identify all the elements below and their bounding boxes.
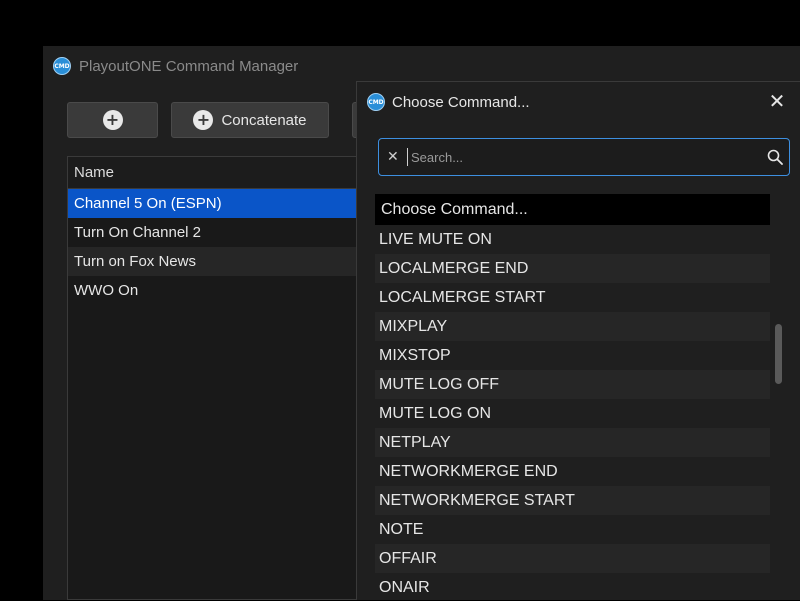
table-row[interactable]: Turn on Fox News <box>68 247 366 276</box>
add-button[interactable]: + <box>67 102 158 138</box>
table-row[interactable]: WWO On <box>68 276 366 305</box>
concatenate-button[interactable]: + Concatenate <box>171 102 329 138</box>
command-item[interactable]: NOTE <box>375 515 770 544</box>
search-box: ✕ <box>378 138 790 176</box>
search-input[interactable] <box>407 148 761 166</box>
plus-icon: + <box>193 110 214 130</box>
table-row[interactable]: Turn On Channel 2 <box>68 218 366 247</box>
search-icon[interactable] <box>761 149 789 165</box>
command-item[interactable]: LIVE MUTE ON <box>375 225 770 254</box>
command-list: Choose Command... LIVE MUTE ON LOCALMERG… <box>375 194 770 601</box>
main-title-bar: CMD PlayoutONE Command Manager <box>53 55 298 77</box>
command-item[interactable]: OFFAIR <box>375 544 770 573</box>
concatenate-label: Concatenate <box>221 111 307 129</box>
dialog-title: Choose Command... <box>392 93 530 111</box>
command-item[interactable]: NETWORKMERGE END <box>375 457 770 486</box>
dialog-title-bar: CMD Choose Command... <box>367 91 530 113</box>
command-item[interactable]: ONAIR <box>375 573 770 601</box>
command-item[interactable]: MUTE LOG OFF <box>375 370 770 399</box>
table-row[interactable]: Channel 5 On (ESPN) <box>68 189 366 218</box>
close-icon[interactable]: ✕ <box>766 89 788 113</box>
command-item[interactable]: LOCALMERGE END <box>375 254 770 283</box>
dialog-logo-icon: CMD <box>367 93 385 111</box>
command-list-selected[interactable]: Choose Command... <box>375 194 770 225</box>
command-item[interactable]: MIXSTOP <box>375 341 770 370</box>
command-item[interactable]: NETWORKMERGE START <box>375 486 770 515</box>
column-header-name[interactable]: Name <box>68 157 366 189</box>
choose-command-dialog: CMD Choose Command... ✕ ✕ Choose Command… <box>356 81 800 600</box>
commands-table: Name Channel 5 On (ESPN) Turn On Channel… <box>67 156 367 600</box>
list-scrollbar[interactable] <box>775 324 782 384</box>
command-item[interactable]: NETPLAY <box>375 428 770 457</box>
window-title: PlayoutONE Command Manager <box>79 57 299 75</box>
command-item[interactable]: LOCALMERGE START <box>375 283 770 312</box>
plus-icon: + <box>102 110 123 130</box>
command-item[interactable]: MIXPLAY <box>375 312 770 341</box>
command-item[interactable]: MUTE LOG ON <box>375 399 770 428</box>
app-logo-icon: CMD <box>53 57 71 75</box>
clear-icon[interactable]: ✕ <box>387 149 407 165</box>
